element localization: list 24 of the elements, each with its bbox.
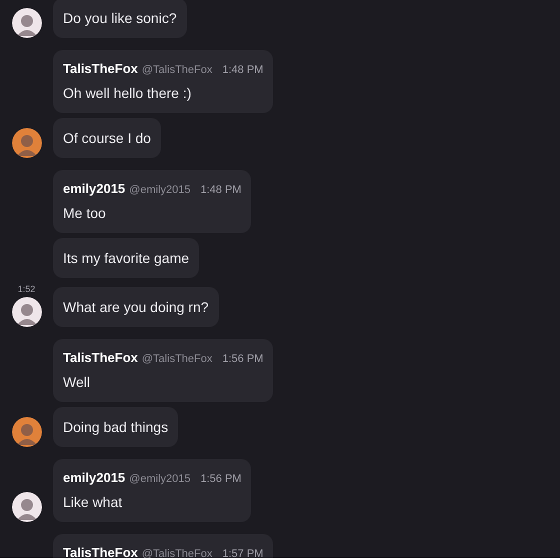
author-name: emily2015 bbox=[63, 180, 126, 198]
author-name: TalisTheFox bbox=[63, 349, 138, 367]
author-handle: @emily2015 bbox=[129, 472, 190, 487]
message-text: Its my favorite game bbox=[63, 249, 190, 268]
message-time: 1:48 PM bbox=[200, 183, 242, 198]
author-name: TalisTheFox bbox=[63, 544, 138, 558]
message-text: Doing bad things bbox=[63, 418, 168, 437]
message-text: Like what bbox=[63, 493, 124, 512]
message-text: What are you doing rn? bbox=[63, 298, 209, 317]
message-text: Well bbox=[63, 373, 91, 392]
message-time: 1:52 bbox=[18, 283, 36, 295]
author-handle: @emily2015 bbox=[129, 183, 190, 198]
message-text: Oh well hello there :) bbox=[63, 84, 192, 103]
message-time: 1:48 PM bbox=[222, 63, 264, 78]
message-time: 1:56 PM bbox=[200, 472, 242, 487]
message-text: Me too bbox=[63, 204, 107, 223]
author-name: TalisTheFox bbox=[63, 60, 138, 78]
message-text: Of course I do bbox=[63, 129, 151, 148]
author-handle: @TalisTheFox bbox=[142, 63, 212, 78]
author-name: emily2015 bbox=[63, 469, 126, 487]
message-time: 1:56 PM bbox=[222, 352, 264, 367]
message-text: Do you like sonic? bbox=[63, 9, 177, 28]
author-handle: @TalisTheFox bbox=[142, 352, 212, 367]
message-time: 1:57 PM bbox=[222, 547, 264, 558]
